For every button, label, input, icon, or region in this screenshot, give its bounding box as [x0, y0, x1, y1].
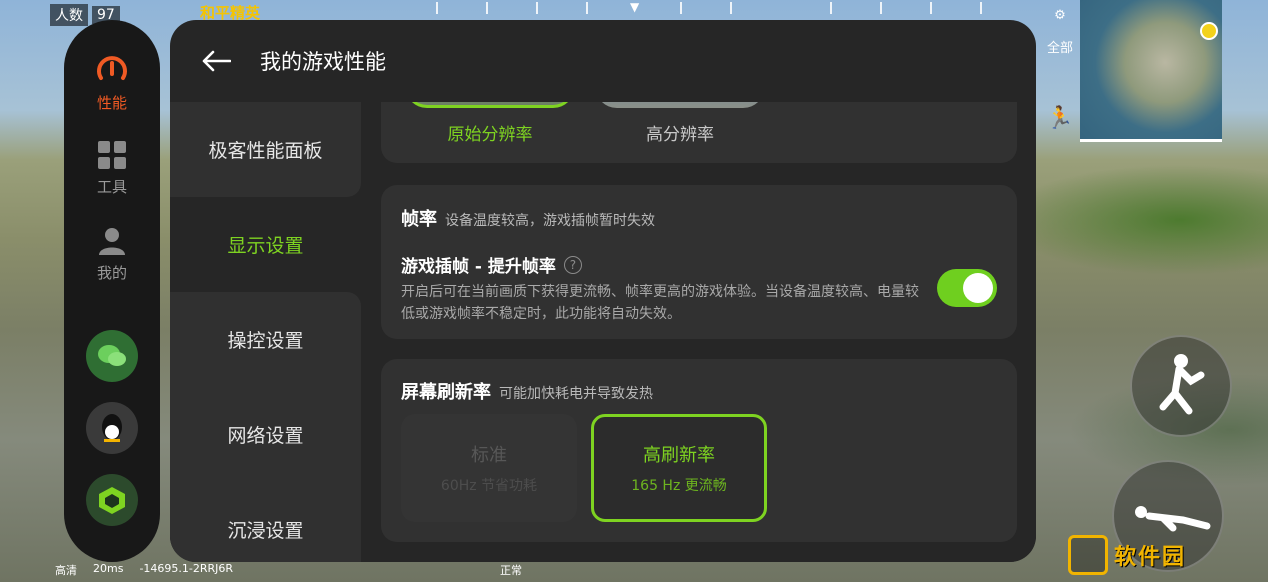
nav-item-network[interactable]: 网络设置 [170, 387, 361, 482]
page-title: 我的游戏性能 [260, 50, 386, 74]
person-icon [99, 228, 125, 255]
frame-rate-header: 帧率 设备温度较高，游戏插帧暂时失效 [401, 205, 655, 231]
frame-interp-toggle[interactable] [937, 269, 997, 307]
toggle-knob [963, 273, 993, 303]
wechat-icon[interactable] [86, 330, 138, 382]
settings-nav: 极客性能面板 显示设置 操控设置 网络设置 沉浸设置 [170, 102, 362, 562]
panel-header: 我的游戏性能 [170, 20, 1036, 102]
rail-item-label: 工具 [96, 178, 127, 196]
bottom-hud: 高清 20ms -14695.1-2RRJ6R [55, 562, 233, 578]
frame-rate-subtitle: 设备温度较高，游戏插帧暂时失效 [445, 213, 655, 229]
minimap-marker-icon [1200, 22, 1218, 40]
nav-item-controls[interactable]: 操控设置 [170, 292, 361, 387]
players-label: 人数 [50, 4, 88, 26]
arrow-left-icon [202, 50, 231, 72]
minimap[interactable] [1080, 0, 1222, 142]
refresh-option-desc: 60Hz 节省功耗 [440, 478, 538, 494]
settings-gear-icon[interactable]: ⚙ [1040, 8, 1080, 23]
rail-item-performance[interactable]: 性能 [64, 52, 160, 113]
resolution-original-label[interactable]: 原始分辨率 [405, 120, 575, 145]
jump-figure-icon [1159, 354, 1205, 415]
compass-marker-icon: ▼ [630, 0, 640, 14]
frame-interp-description: 开启后可在当前画质下获得更流畅、帧率更高的游戏体验。当设备温度较高、电量较低或游… [401, 284, 919, 322]
resolution-card: 原始分辨率 高分辨率 [381, 102, 1017, 163]
gauge-icon [97, 56, 127, 80]
resolution-high-label[interactable]: 高分辨率 [595, 120, 765, 145]
rail-item-tools[interactable]: 工具 [64, 140, 160, 197]
hud-right-icons: ⚙ 全部 🏃 [1040, 8, 1080, 145]
frame-interp-title: 游戏插帧 - 提升帧率 [401, 257, 556, 277]
ping-label: 20ms [93, 562, 124, 575]
nav-item-geek-panel[interactable]: 极客性能面板 [170, 102, 361, 197]
grid-icon [98, 141, 126, 169]
resolution-original-thumb[interactable] [405, 102, 575, 108]
refresh-option-high[interactable]: 高刷新率 165 Hz 更流畅 [591, 414, 767, 522]
qq-icon[interactable] [86, 402, 138, 454]
run-icon[interactable]: 🏃 [1040, 106, 1080, 131]
watermark-logo-icon [1068, 535, 1108, 575]
jump-button[interactable] [1130, 335, 1232, 437]
frame-rate-card: 帧率 设备温度较高，游戏插帧暂时失效 游戏插帧 - 提升帧率 ? 开启后可在当前… [381, 185, 1017, 339]
resolution-high-thumb[interactable] [595, 102, 765, 108]
quality-label: 高清 [55, 564, 77, 577]
version-label: -14695.1-2RRJ6R [139, 562, 234, 575]
watermark-text: 软件园 [1114, 545, 1187, 570]
nav-item-display[interactable]: 显示设置 [170, 197, 361, 292]
compass-bar: ▼ [330, 0, 1070, 18]
refresh-option-label: 标准 [471, 445, 507, 466]
game-performance-panel: 我的游戏性能 极客性能面板 显示设置 操控设置 网络设置 沉浸设置 原始分辨率 … [170, 20, 1036, 562]
watermark: 软件园 [1068, 535, 1186, 575]
refresh-rate-title: 屏幕刷新率 [401, 382, 491, 403]
prone-figure-icon [1135, 506, 1211, 532]
back-button[interactable] [196, 41, 236, 81]
rail-item-label: 我的 [96, 264, 127, 282]
help-icon[interactable]: ? [563, 255, 582, 274]
refresh-rate-subtitle: 可能加快耗电并导致发热 [499, 386, 653, 402]
refresh-option-label: 高刷新率 [643, 445, 715, 466]
refresh-option-desc: 165 Hz 更流畅 [631, 478, 727, 494]
refresh-rate-header: 屏幕刷新率 可能加快耗电并导致发热 [401, 378, 653, 404]
rail-item-label: 性能 [96, 94, 127, 112]
minimap-filter-label[interactable]: 全部 [1040, 37, 1080, 56]
side-rail: 性能 工具 我的 [64, 20, 160, 562]
nav-item-immersion[interactable]: 沉浸设置 [170, 482, 361, 562]
frame-interp-header: 游戏插帧 - 提升帧率 ? [401, 252, 582, 277]
rail-item-mine[interactable]: 我的 [64, 226, 160, 283]
game-app-icon[interactable] [86, 474, 138, 526]
refresh-rate-card: 屏幕刷新率 可能加快耗电并导致发热 标准 60Hz 节省功耗 高刷新率 165 … [381, 359, 1017, 542]
frame-rate-title: 帧率 [401, 209, 437, 230]
status-label: 正常 [500, 564, 522, 577]
refresh-option-standard[interactable]: 标准 60Hz 节省功耗 [401, 414, 577, 522]
settings-content: 原始分辨率 高分辨率 帧率 设备温度较高，游戏插帧暂时失效 游戏插帧 - 提升帧… [362, 102, 1036, 562]
